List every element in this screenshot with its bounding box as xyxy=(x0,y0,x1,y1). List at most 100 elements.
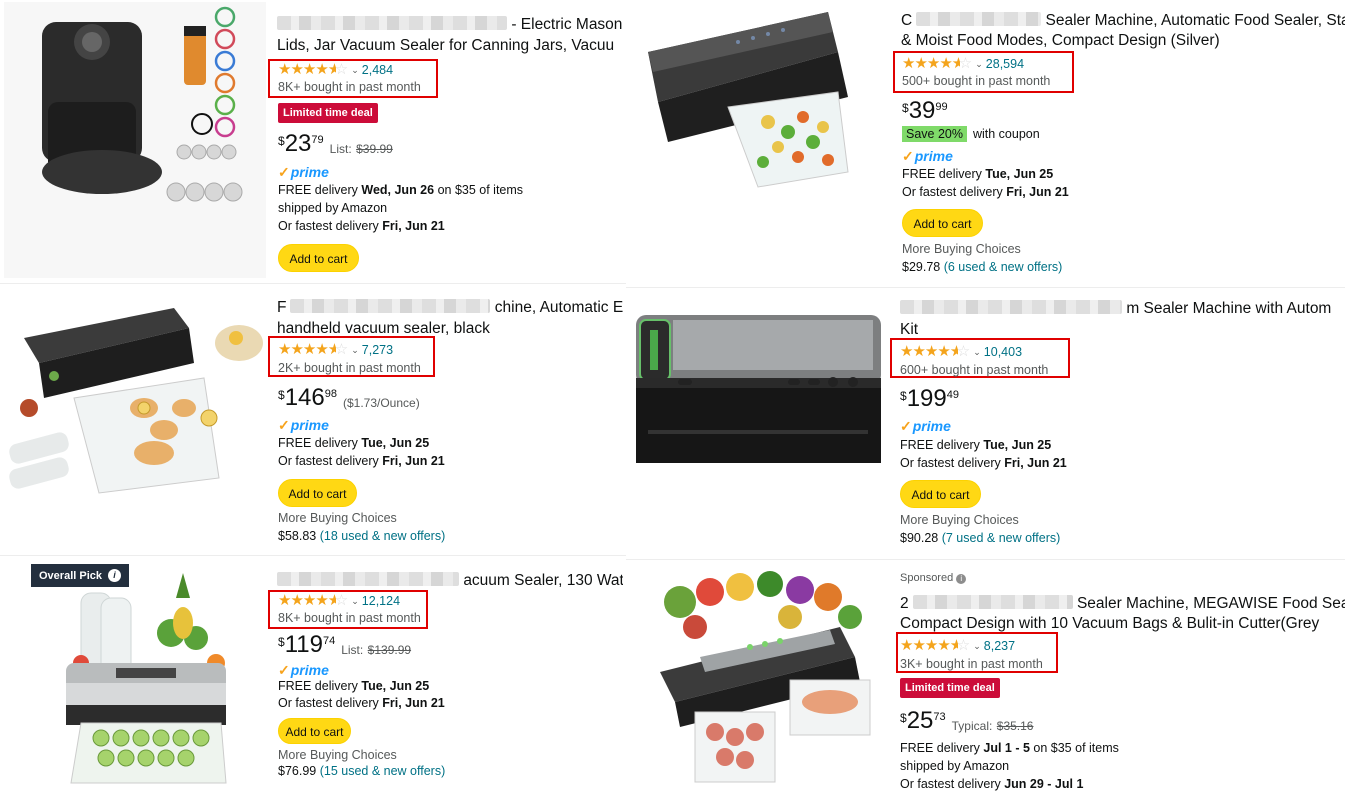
rating-count[interactable]: 10,403 xyxy=(984,344,1022,360)
product-title[interactable]: acuum Sealer, 130 Watt xyxy=(277,570,623,591)
blurred-text xyxy=(900,300,1122,314)
price[interactable]: $ 199 49 xyxy=(900,386,965,412)
product-title[interactable]: F chine, Automatic E xyxy=(277,297,623,318)
blurred-text xyxy=(290,299,491,313)
add-to-cart-button[interactable]: Add to cart xyxy=(902,209,983,237)
info-icon[interactable]: i xyxy=(956,574,967,584)
product-title-line[interactable]: Kit xyxy=(900,319,1345,340)
more-offers[interactable]: $29.78 (6 used & new offers) xyxy=(902,260,1062,274)
price-symbol: $ xyxy=(900,711,907,725)
prime-badge: ✓prime xyxy=(278,417,329,434)
more-offers[interactable]: $58.83 (18 used & new offers) xyxy=(278,529,445,543)
chevron-down-icon: ⌄ xyxy=(351,596,359,606)
list-price-label: List: xyxy=(329,142,352,156)
product-image[interactable] xyxy=(628,290,889,550)
check-icon: ✓ xyxy=(278,417,290,433)
star-rating-icon: ★★★★ ★ ☆ xyxy=(278,592,348,609)
add-to-cart-button[interactable]: Add to cart xyxy=(278,479,357,507)
rating-count[interactable]: 12,124 xyxy=(362,593,400,609)
fastest-delivery: Or fastest delivery Fri, Jun 21 xyxy=(278,454,445,468)
offers-link[interactable]: (15 used & new offers) xyxy=(320,764,446,778)
rating-count[interactable]: 2,484 xyxy=(362,62,393,78)
more-price: $58.83 xyxy=(278,529,317,543)
product-title[interactable]: C Sealer Machine, Automatic Food Sealer,… xyxy=(901,10,1345,31)
product-title-line[interactable]: Lids, Jar Vacuum Sealer for Canning Jars… xyxy=(277,35,623,56)
delivery-info: FREE delivery Jul 1 - 5 on $35 of items xyxy=(900,741,1119,755)
offers-link[interactable]: (18 used & new offers) xyxy=(320,529,446,543)
rating-row[interactable]: ★★★★ ★ ☆ ⌄ 7,273 xyxy=(278,342,393,358)
price-symbol: $ xyxy=(278,635,285,649)
bought-count: 500+ bought in past month xyxy=(902,74,1051,88)
price[interactable]: $ 146 98 ($1.73/Ounce) xyxy=(278,385,420,411)
price[interactable]: $ 25 73 Typical: $35.16 xyxy=(900,708,1033,734)
price[interactable]: $ 39 99 xyxy=(902,98,954,124)
bought-count: 600+ bought in past month xyxy=(900,363,1049,377)
title-text: acuum Sealer, 130 Watt xyxy=(463,572,623,589)
rating-count[interactable]: 7,273 xyxy=(362,342,393,358)
price-symbol: $ xyxy=(902,101,909,115)
price[interactable]: $ 23 79 List: $39.99 xyxy=(278,131,393,157)
more-offers[interactable]: $90.28 (7 used & new offers) xyxy=(900,531,1060,545)
delivery-info: FREE delivery Tue, Jun 25 xyxy=(900,438,1052,452)
price-fraction: 99 xyxy=(935,101,948,113)
typical-price: $35.16 xyxy=(996,719,1034,733)
chevron-down-icon: ⌄ xyxy=(351,65,359,75)
rating-row[interactable]: ★★★★ ★ ☆ ⌄ 2,484 xyxy=(278,62,393,78)
rating-count[interactable]: 28,594 xyxy=(986,56,1024,72)
product-image[interactable] xyxy=(640,562,889,790)
rating-count[interactable]: 8,237 xyxy=(984,638,1015,654)
more-offers[interactable]: $76.99 (15 used & new offers) xyxy=(278,764,445,778)
rating-row[interactable]: ★★★★ ★ ☆ ⌄ 10,403 xyxy=(900,344,1022,360)
price-fraction: 74 xyxy=(322,635,336,647)
prime-label: prime xyxy=(290,662,329,678)
offers-link[interactable]: (6 used & new offers) xyxy=(944,260,1063,274)
price[interactable]: $ 119 74 List: $139.99 xyxy=(278,632,411,658)
price-whole: 23 xyxy=(284,130,312,157)
prime-badge: ✓prime xyxy=(278,164,329,181)
rating-row[interactable]: ★★★★ ★ ☆ ⌄ 28,594 xyxy=(902,56,1024,72)
prime-label: prime xyxy=(914,148,953,164)
prime-label: prime xyxy=(290,417,329,433)
info-icon[interactable]: i xyxy=(108,569,121,582)
product-title[interactable]: m Sealer Machine with Autom xyxy=(900,298,1345,319)
prime-label: prime xyxy=(912,418,951,434)
blurred-text xyxy=(912,595,1073,609)
overall-pick-badge: Overall Pick i xyxy=(31,564,129,587)
unit-price: ($1.73/Ounce) xyxy=(342,396,420,410)
coupon-tag[interactable]: Save 20% xyxy=(902,126,967,142)
price-symbol: $ xyxy=(900,389,907,403)
offers-link[interactable]: (7 used & new offers) xyxy=(942,531,1061,545)
check-icon: ✓ xyxy=(278,164,290,180)
prime-badge: ✓prime xyxy=(900,418,951,435)
product-image[interactable] xyxy=(4,288,266,552)
product-title[interactable]: 2 Sealer Machine, MEGAWISE Food Sea xyxy=(900,593,1345,614)
add-to-cart-button[interactable]: Add to cart xyxy=(278,244,359,272)
coupon[interactable]: Save 20% with coupon xyxy=(902,126,1040,142)
product-title[interactable]: - Electric Mason xyxy=(277,14,623,35)
more-price: $29.78 xyxy=(902,260,941,274)
product-image[interactable] xyxy=(4,2,266,278)
add-to-cart-button[interactable]: Add to cart xyxy=(278,718,351,744)
sponsored-label[interactable]: Sponsored i xyxy=(900,572,967,584)
more-buying-choices: More Buying Choices xyxy=(900,513,1019,527)
product-image[interactable] xyxy=(638,2,889,282)
star-rating-icon: ★★★★ ★ ☆ xyxy=(902,55,972,72)
price-fraction: 79 xyxy=(311,134,324,146)
price-fraction: 73 xyxy=(933,711,946,723)
product-title-line[interactable]: & Moist Food Modes, Compact Design (Silv… xyxy=(901,30,1345,51)
chevron-down-icon: ⌄ xyxy=(975,59,983,69)
rating-row[interactable]: ★★★★ ★ ☆ ⌄ 8,237 xyxy=(900,638,1015,654)
price-symbol: $ xyxy=(278,388,285,402)
fastest-delivery: Or fastest delivery Fri, Jun 21 xyxy=(902,185,1069,199)
bought-count: 8K+ bought in past month xyxy=(278,80,421,94)
blurred-text xyxy=(277,572,459,586)
check-icon: ✓ xyxy=(278,662,290,678)
rating-row[interactable]: ★★★★ ★ ☆ ⌄ 12,124 xyxy=(278,593,400,609)
product-image[interactable] xyxy=(26,563,266,787)
more-buying-choices: More Buying Choices xyxy=(902,242,1021,256)
product-title-line[interactable]: Compact Design with 10 Vacuum Bags & Bul… xyxy=(900,613,1345,634)
add-to-cart-button[interactable]: Add to cart xyxy=(900,480,981,508)
list-price-label: List: xyxy=(341,643,364,657)
fastest-delivery: Or fastest delivery Fri, Jun 21 xyxy=(278,696,445,710)
title-text: chine, Automatic E xyxy=(494,299,623,316)
